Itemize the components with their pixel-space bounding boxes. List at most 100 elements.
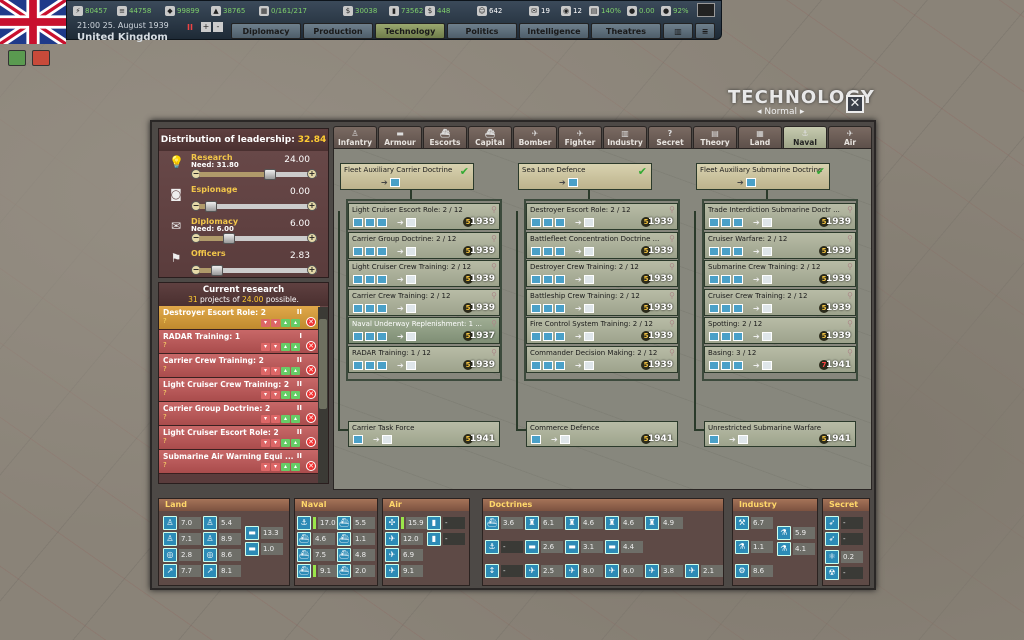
politics-button[interactable]: Politics [447,23,517,39]
doctrines-cell[interactable]: ▬ 3.1 [565,539,603,554]
diplomacy-button[interactable]: Diplomacy [231,23,301,39]
tab-escorts[interactable]: ⛴ Escorts [423,126,467,148]
land-cell[interactable]: ▬ 13.3 [245,525,283,540]
doctrine-node[interactable]: Sea Lane Defence ✔ ➔ [518,163,652,190]
air-cell[interactable]: ▮ - [427,515,465,530]
research-queue-item[interactable]: Destroyer Escort Role: 2? II ▾ ▾ ▴ ▴ ✕ [159,306,320,330]
alert-button-2[interactable] [32,50,50,66]
plus-button[interactable]: + [307,233,317,243]
move-up-icon[interactable]: ▴ [281,391,290,399]
naval-cell[interactable]: ⛴ 7.5 [297,547,335,562]
magnifier-icon[interactable]: ⚲ [491,205,497,214]
tech-node[interactable]: Carrier Crew Training: 2 / 12 ⚲ ➔ 5 1939 [348,288,500,316]
move-up-icon[interactable]: ▴ [281,415,290,423]
move-down-icon[interactable]: ▾ [271,343,280,351]
industry-cell[interactable]: ⚗ 4.1 [777,541,815,556]
naval-cell[interactable]: ⛴ 4.8 [337,547,375,562]
tech-node-final[interactable]: Commerce Defence ➔ 5 1941 [526,421,678,447]
doctrines-cell[interactable]: ♜ 4.9 [645,515,683,530]
land-cell[interactable]: ↗ 8.1 [203,563,241,578]
doctrines-cell[interactable]: ⛴ 3.6 [485,515,523,530]
plus-button[interactable]: + [307,265,317,275]
research-queue-item[interactable]: Submarine Air Warning Equi ...? II ▾ ▾ ▴ ▴ ✕ [159,450,320,474]
theatres-button[interactable]: Theatres [591,23,661,39]
air-cell[interactable]: ✈ 12.0 [385,531,423,546]
move-up-icon[interactable]: ▴ [281,463,290,471]
resource-rare[interactable]: ◆ 99899 [165,4,199,17]
magnifier-icon[interactable]: ⚲ [847,262,853,271]
plus-button[interactable]: + [307,169,317,179]
magnifier-icon[interactable]: ⚲ [491,262,497,271]
remove-icon[interactable]: ✕ [306,437,316,447]
naval-cell[interactable]: ⛴ 1.1 [337,531,375,546]
tech-node[interactable]: Cruiser Warfare: 2 / 12 ⚲ ➔ 5 1939 [704,231,856,259]
union-jack-flag[interactable] [0,0,66,44]
magnifier-icon[interactable]: ⚲ [491,348,497,357]
tab-infantry[interactable]: ♙ Infantry [333,126,377,148]
doctrines-cell[interactable]: ▬ 4.4 [605,539,643,554]
secret-cell[interactable]: ⚛ 0.2 [825,549,863,564]
resource-diplomats[interactable]: ✉ 19 [529,4,550,17]
diplomacy-slider[interactable] [199,233,317,244]
tab-armour[interactable]: ▬ Armour [378,126,422,148]
tech-node[interactable]: Spotting: 2 / 12 ⚲ ➔ 5 1939 [704,317,856,344]
move-top-icon[interactable]: ▴ [291,367,300,375]
tech-node[interactable]: Light Cruiser Escort Role: 2 / 12 ⚲ ➔ 5 1939 [348,203,500,230]
secret-cell[interactable]: ➶ - [825,531,863,546]
alert-button-1[interactable] [8,50,26,66]
doctrines-cell[interactable]: ↕ - [485,563,523,578]
officers-slider[interactable] [199,265,317,276]
air-cell[interactable]: ✣ 15.9 [385,515,428,530]
doctrine-node[interactable]: Fleet Auxiliary Submarine Doctrine ✔ ➔ [696,163,830,190]
move-up-icon[interactable]: ▴ [281,367,290,375]
espionage-slider[interactable] [199,201,317,212]
move-down-icon[interactable]: ▾ [271,439,280,447]
move-up-icon[interactable]: ▴ [281,439,290,447]
tech-node[interactable]: Trade Interdiction Submarine Doctr ... ⚲ ➔… [704,203,856,230]
tech-node[interactable]: Destroyer Escort Role: 2 / 12 ⚲ ➔ 5 1939 [526,203,678,230]
tech-node[interactable]: Carrier Group Doctrine: 2 / 12 ⚲ ➔ 5 1939 [348,231,500,259]
doctrines-cell[interactable]: ✈ 2.1 [685,563,723,578]
tech-node[interactable]: Battlefleet Concentration Doctrine ... ⚲ ➔… [526,231,678,259]
doctrine-node[interactable]: Fleet Auxiliary Carrier Doctrine ✔ ➔ [340,163,474,190]
tech-node[interactable]: Naval Underway Replenishment: 1 ... ⚲ ➔ 5 19… [348,317,500,344]
pause-icon[interactable]: II [187,23,193,32]
move-bottom-icon[interactable]: ▾ [261,415,270,423]
resource-metal[interactable]: ≡ 44758 [117,4,151,17]
move-bottom-icon[interactable]: ▾ [261,439,270,447]
remove-icon[interactable]: ✕ [306,461,316,471]
doctrines-cell[interactable]: ♜ 4.6 [605,515,643,530]
remove-icon[interactable]: ✕ [306,317,316,327]
close-button[interactable]: ✕ [846,95,864,113]
tab-theory[interactable]: ▤ Theory [693,126,737,148]
doctrines-cell[interactable]: ✈ 8.0 [565,563,603,578]
technology-button[interactable]: Technology [375,23,445,39]
doctrines-cell[interactable]: ♜ 6.1 [525,515,563,530]
tech-node[interactable]: Submarine Crew Training: 2 / 12 ⚲ ➔ 5 1939 [704,260,856,287]
resource-spies[interactable]: ◉ 12 [561,4,582,17]
tech-node[interactable]: Destroyer Crew Training: 2 / 12 ⚲ ➔ 5 1939 [526,260,678,287]
industry-cell[interactable]: ⚗ 5.9 [777,525,815,540]
tech-node[interactable]: Cruiser Crew Training: 2 / 12 ⚲ ➔ 5 1939 [704,288,856,316]
naval-cell[interactable]: ⛴ 5.5 [337,515,375,530]
tech-node-final[interactable]: Unrestricted Submarine Warfare ➔ 5 1941 [704,421,856,447]
land-cell[interactable]: ▬ 1.0 [245,541,283,556]
tech-node-final[interactable]: Carrier Task Force ➔ 5 1941 [348,421,500,447]
tab-naval[interactable]: ⚓ Naval [783,126,827,148]
tech-node[interactable]: RADAR Training: 1 / 12 ⚲ ➔ 5 1939 [348,345,500,373]
land-cell[interactable]: ◎ 8.6 [203,547,241,562]
industry-cell[interactable]: ⚙ 8.6 [735,563,773,578]
move-up-icon[interactable]: ▴ [281,319,290,327]
remove-icon[interactable]: ✕ [306,365,316,375]
speed-up-button[interactable]: + [201,22,211,32]
industry-cell[interactable]: ⚗ 1.1 [735,539,773,554]
research-queue-item[interactable]: RADAR Training: 1? I ▾ ▾ ▴ ▴ ✕ [159,330,320,354]
resource-nu[interactable]: ● 0.00 [627,4,655,17]
magnifier-icon[interactable]: ⚲ [847,319,853,328]
tab-secret[interactable]: ? Secret [648,126,692,148]
move-down-icon[interactable]: ▾ [271,415,280,423]
tab-land[interactable]: ▦ Land [738,126,782,148]
tab-fighter[interactable]: ✈ Fighter [558,126,602,148]
move-bottom-icon[interactable]: ▾ [261,367,270,375]
move-down-icon[interactable]: ▾ [271,391,280,399]
